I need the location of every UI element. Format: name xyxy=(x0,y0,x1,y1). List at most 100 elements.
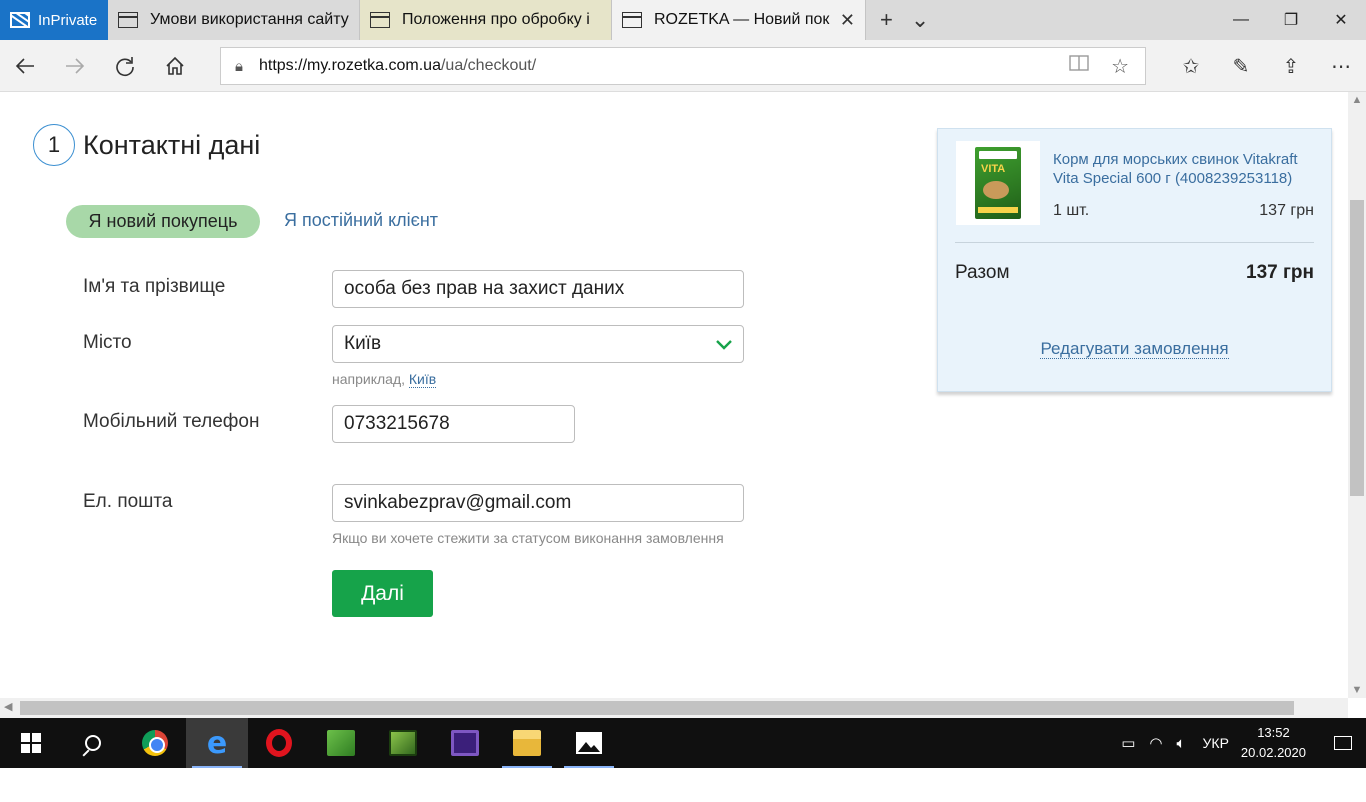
phone-input[interactable]: 0733215678 xyxy=(332,405,575,443)
summary-divider xyxy=(955,242,1314,243)
opera-icon xyxy=(266,729,292,757)
url-host: https://my.rozetka.com.ua xyxy=(258,57,441,74)
taskbar-app-green[interactable] xyxy=(310,718,372,768)
taskbar-chrome[interactable] xyxy=(124,718,186,768)
clock[interactable]: 13:52 20.02.2020 xyxy=(1241,723,1306,763)
taskbar-app-gpu[interactable] xyxy=(372,718,434,768)
browser-tab-terms[interactable]: Умови використання сайту xyxy=(108,0,360,40)
edit-order-text: Редагувати замовлення xyxy=(1040,339,1229,359)
browser-tab-bar: InPrivate Умови використання сайту Полож… xyxy=(0,0,1366,40)
step-number-circle: 1 xyxy=(33,124,75,166)
taskbar-photos[interactable] xyxy=(558,718,620,768)
email-input[interactable]: svinkabezprav@gmail.com xyxy=(332,484,744,522)
forward-button[interactable] xyxy=(50,40,100,92)
system-tray: ▭ ◠ 🔈︎ УКР 13:52 20.02.2020 xyxy=(1114,718,1366,768)
name-label: Ім'я та прізвище xyxy=(83,276,226,297)
vertical-scroll-thumb[interactable] xyxy=(1350,200,1364,496)
search-icon xyxy=(85,735,101,751)
name-value: особа без прав на захист даних xyxy=(344,278,625,299)
inprivate-indicator[interactable]: InPrivate xyxy=(0,0,108,40)
language-indicator[interactable]: УКР xyxy=(1203,735,1229,751)
city-hint-link[interactable]: Київ xyxy=(408,371,437,388)
home-icon xyxy=(166,56,184,75)
phone-label: Мобільний телефон xyxy=(83,411,260,432)
battery-icon[interactable]: ▭ xyxy=(1121,734,1135,752)
city-select[interactable]: Київ xyxy=(332,325,744,363)
city-label: Місто xyxy=(83,332,132,353)
product-price: 137 грн xyxy=(1259,202,1314,219)
search-button[interactable] xyxy=(62,718,124,768)
close-tab-icon[interactable]: ✕ xyxy=(840,10,855,31)
phone-value: 0733215678 xyxy=(344,413,450,434)
tab-existing-customer[interactable]: Я постійний клієнт xyxy=(284,210,438,231)
email-label: Ел. пошта xyxy=(83,491,173,512)
favorites-hub-icon[interactable]: ✩ xyxy=(1166,40,1216,92)
page-icon xyxy=(118,12,138,28)
browser-tab-rozetka[interactable]: ROZETKA — Новий пок ✕ xyxy=(612,0,866,40)
tab-list-button[interactable]: ⌄ xyxy=(911,7,929,33)
refresh-button[interactable] xyxy=(100,40,150,92)
product-name-link[interactable]: Корм для морських свинок Vitakraft Vita … xyxy=(1053,150,1323,188)
scroll-down-icon[interactable]: ▼ xyxy=(1348,684,1366,696)
more-menu-icon[interactable]: ⋯ xyxy=(1316,40,1366,92)
browser-tab-privacy[interactable]: Положення про обробку і xyxy=(360,0,612,40)
vertical-scrollbar[interactable]: ▲ ▼ xyxy=(1348,92,1366,698)
web-note-pen-icon[interactable]: ✎ xyxy=(1216,40,1266,92)
minimize-button[interactable]: — xyxy=(1216,0,1266,40)
tab-title: Положення про обробку і xyxy=(402,11,590,28)
back-button[interactable] xyxy=(0,40,50,92)
product-image[interactable]: VITA xyxy=(956,141,1040,225)
city-hint: наприклад, Київ xyxy=(332,371,437,388)
clock-date: 20.02.2020 xyxy=(1240,745,1306,760)
new-tab-button[interactable]: + xyxy=(880,7,893,33)
volume-icon[interactable]: 🔈︎ xyxy=(1177,735,1186,752)
tab-title: Умови використання сайту xyxy=(150,11,349,28)
navigation-bar: 🔒︎ https://my.rozetka.com.ua/ua/checkout… xyxy=(0,40,1366,92)
clock-time: 13:52 xyxy=(1257,725,1290,740)
city-hint-prefix: наприклад, xyxy=(332,371,406,387)
notification-icon xyxy=(1334,736,1352,750)
total-label: Разом xyxy=(955,262,1010,283)
photos-icon xyxy=(576,732,602,754)
windows-logo-icon xyxy=(21,733,41,753)
taskbar-opera[interactable] xyxy=(248,718,310,768)
edit-order-link[interactable]: Редагувати замовлення xyxy=(938,339,1331,359)
home-button[interactable] xyxy=(150,40,200,92)
taskbar-edge[interactable]: e xyxy=(186,718,248,768)
close-window-button[interactable]: ✕ xyxy=(1316,0,1366,40)
next-button[interactable]: Далі xyxy=(332,570,433,617)
page-title: Контактні дані xyxy=(83,130,261,160)
action-center-button[interactable] xyxy=(1320,718,1366,768)
tab-new-customer[interactable]: Я новий покупець xyxy=(66,205,260,238)
wifi-icon[interactable]: ◠ xyxy=(1149,734,1162,752)
screen-bottom-strip xyxy=(0,768,1366,802)
back-arrow-icon xyxy=(15,57,34,74)
page-icon xyxy=(622,12,642,28)
scroll-up-icon[interactable]: ▲ xyxy=(1348,94,1366,106)
edge-icon: e xyxy=(206,725,228,761)
start-button[interactable] xyxy=(0,718,62,768)
chrome-icon xyxy=(142,730,168,756)
reading-view-icon[interactable] xyxy=(1069,54,1089,79)
city-value: Київ xyxy=(344,333,382,354)
url-path: /ua/checkout/ xyxy=(440,57,537,74)
lock-icon: 🔒︎ xyxy=(235,57,243,75)
share-icon[interactable]: ⇪ xyxy=(1266,40,1316,92)
order-summary: VITA Корм для морських свинок Vitakraft … xyxy=(937,128,1332,392)
scroll-left-icon[interactable]: ◀ xyxy=(4,700,12,713)
address-bar[interactable]: 🔒︎ https://my.rozetka.com.ua/ua/checkout… xyxy=(220,47,1146,85)
taskbar-explorer[interactable] xyxy=(496,718,558,768)
disk-tool-icon xyxy=(327,730,355,756)
name-input[interactable]: особа без прав на захист даних xyxy=(332,270,744,308)
favorite-star-icon[interactable]: ☆ xyxy=(1111,54,1129,79)
cpu-chip-icon xyxy=(451,730,479,756)
horizontal-scroll-thumb[interactable] xyxy=(20,701,1294,715)
taskbar-app-cpu[interactable] xyxy=(434,718,496,768)
horizontal-scrollbar[interactable]: ◀ xyxy=(0,698,1348,718)
checkout-page: 1 Контактні дані Я новий покупець Я пост… xyxy=(0,92,1348,698)
file-explorer-icon xyxy=(513,730,541,756)
page-icon xyxy=(370,12,390,28)
email-hint: Якщо ви хочете стежити за статусом викон… xyxy=(332,530,724,546)
forward-arrow-icon xyxy=(66,57,85,74)
restore-button[interactable]: ❐ xyxy=(1266,0,1316,40)
